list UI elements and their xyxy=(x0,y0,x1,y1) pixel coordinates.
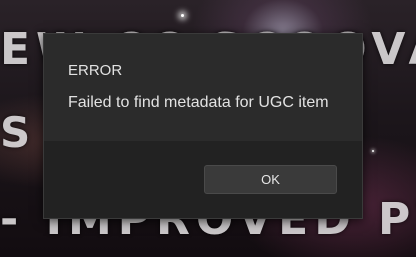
star xyxy=(372,150,374,152)
ok-button[interactable]: OK xyxy=(204,165,337,194)
dialog-message: Failed to find metadata for UGC item xyxy=(68,94,329,111)
game-background: EW CC SCQOVA S T S — - IMPROVED PVE - ER… xyxy=(0,0,416,257)
dialog-title: ERROR xyxy=(68,62,123,79)
error-dialog: ERROR Failed to find metadata for UGC it… xyxy=(43,33,363,219)
bright-star xyxy=(181,14,184,17)
dialog-body xyxy=(44,34,362,141)
